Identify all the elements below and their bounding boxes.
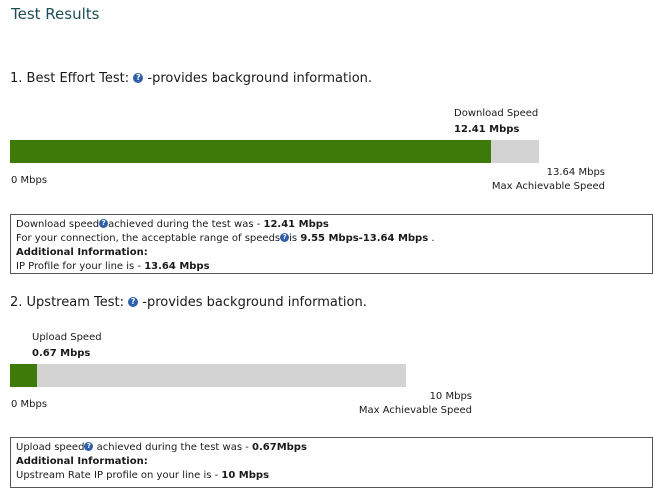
upstream-heading: 2. Upstream Test: ? -provides background… bbox=[10, 295, 367, 310]
upload-info-text: Upload speed bbox=[16, 442, 85, 453]
additional-info-heading: Additional Information: bbox=[16, 456, 148, 467]
upload-speed-value: 0.67 Mbps bbox=[32, 348, 91, 359]
help-icon[interactable]: ? bbox=[84, 441, 94, 451]
download-speed-label: Download Speed bbox=[454, 108, 539, 119]
acceptable-range-value: 9.55 Mbps-13.64 Mbps bbox=[300, 233, 429, 244]
download-speed-bar-fill bbox=[10, 140, 492, 163]
acceptable-range-line: For your connection, the acceptable rang… bbox=[16, 232, 647, 246]
help-icon[interactable]: ? bbox=[133, 72, 144, 83]
help-icon[interactable]: ? bbox=[99, 218, 109, 228]
ip-profile-line: IP Profile for your line is - 13.64 Mbps bbox=[16, 260, 647, 274]
upload-info-text: achieved during the test was - bbox=[93, 442, 253, 453]
download-achieved-value: 12.41 Mbps bbox=[263, 219, 329, 230]
download-info-text: achieved during the test was - bbox=[108, 219, 264, 230]
acceptable-range-text: . bbox=[428, 233, 435, 244]
upload-min-label: 0 Mbps bbox=[11, 399, 48, 410]
download-speed-bar bbox=[10, 140, 539, 163]
acceptable-range-text: is bbox=[289, 233, 301, 244]
download-max-value: 13.64 Mbps bbox=[546, 167, 605, 178]
acceptable-range-text: For your connection, the acceptable rang… bbox=[16, 233, 281, 244]
upload-max-value: 10 Mbps bbox=[429, 391, 472, 402]
upstream-profile-line: Upstream Rate IP profile on your line is… bbox=[16, 469, 647, 483]
download-info-text: Download speed bbox=[16, 219, 100, 230]
help-icon[interactable]: ? bbox=[280, 232, 290, 242]
download-info-line: Download speed? achieved during the test … bbox=[16, 218, 647, 232]
additional-info-heading: Additional Information: bbox=[16, 247, 148, 258]
upload-achieved-value: 0.67Mbps bbox=[252, 442, 307, 453]
download-max-label: Max Achievable Speed bbox=[491, 181, 605, 192]
upload-speed-bar-fill bbox=[10, 364, 37, 387]
download-info-box: Download speed? achieved during the test … bbox=[10, 214, 653, 274]
best-effort-heading: 1. Best Effort Test: ? -provides backgro… bbox=[10, 71, 372, 86]
upload-speed-label: Upload Speed bbox=[32, 332, 102, 343]
upload-info-line: Upload speed? achieved during the test w… bbox=[16, 441, 647, 455]
best-effort-heading-label: 1. Best Effort Test: bbox=[10, 71, 130, 86]
ip-profile-value: 13.64 Mbps bbox=[144, 261, 210, 272]
upstream-profile-value: 10 Mbps bbox=[221, 470, 270, 481]
upstream-heading-label: 2. Upstream Test: bbox=[10, 295, 124, 310]
best-effort-heading-description: -provides background information. bbox=[147, 71, 373, 86]
download-min-label: 0 Mbps bbox=[11, 175, 48, 186]
help-icon[interactable]: ? bbox=[128, 296, 139, 307]
ip-profile-text: IP Profile for your line is - bbox=[16, 261, 145, 272]
page-title: Test Results bbox=[11, 5, 100, 23]
upload-max-label: Max Achievable Speed bbox=[358, 405, 472, 416]
upload-info-box: Upload speed? achieved during the test w… bbox=[10, 437, 653, 488]
upload-speed-bar bbox=[10, 364, 406, 387]
upstream-profile-text: Upstream Rate IP profile on your line is… bbox=[16, 470, 222, 481]
upstream-heading-description: -provides background information. bbox=[142, 295, 367, 310]
download-speed-value: 12.41 Mbps bbox=[454, 124, 520, 135]
